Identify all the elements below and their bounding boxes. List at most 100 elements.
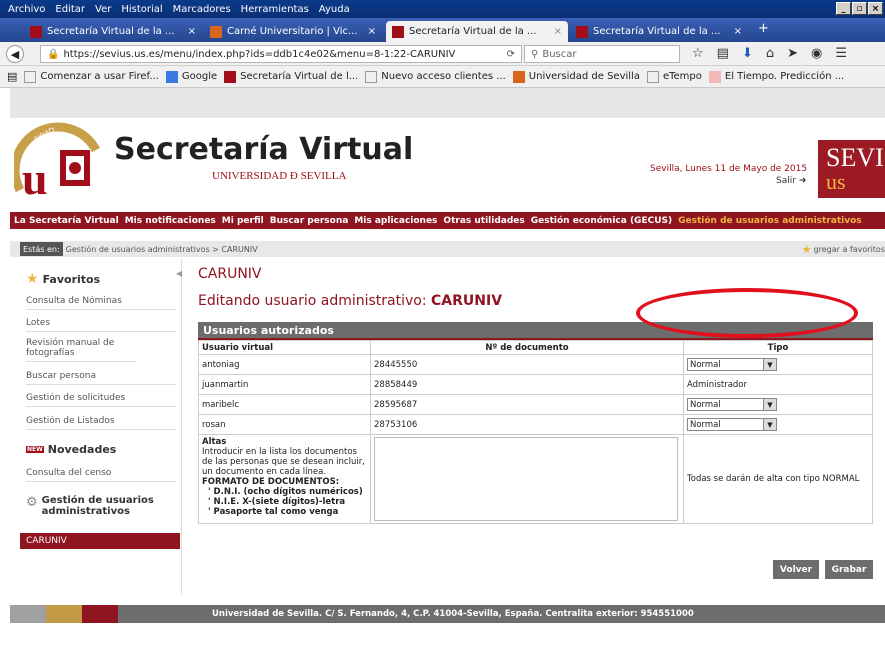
nav-gestion-economica[interactable]: Gestión económica (GECUS) [531,216,672,226]
tab-secretaria-active[interactable]: Secretaría Virtual de la ... × [386,21,568,42]
eltiempo-icon [708,70,721,83]
reading-list-icon[interactable]: ▤ [717,46,729,61]
url-bar[interactable]: 🔒 https://sevius.us.es/menu/index.php?id… [40,45,522,63]
new-tab-button[interactable]: + [758,21,769,36]
breadcrumb: Estás en: Gestión de usuarios administra… [10,241,885,257]
chat-icon[interactable]: ◉ [811,46,822,61]
sidebar-novedades-heading: NEW Novedades [26,443,116,456]
maximize-button[interactable]: ▫ [852,2,867,15]
nav-secretaria-virtual[interactable]: La Secretaría Virtual [14,216,119,226]
bookmark-google[interactable]: Google [165,70,218,83]
col-tipo: Tipo [683,340,873,355]
tipo-value: Normal [690,359,721,370]
bookmark-eltiempo[interactable]: El Tiempo. Predicción ... [708,70,845,83]
sidebar-item-lotes[interactable]: Lotes [26,318,176,332]
tipo-value: Normal [690,399,721,410]
sidebar-item-buscar-persona[interactable]: Buscar persona [26,371,176,385]
nav-mis-aplicaciones[interactable]: Mis aplicaciones [354,216,437,226]
back-arrow-icon[interactable]: ◀ [6,45,24,63]
sidebar-item-listados[interactable]: Gestión de Listados [26,416,176,430]
dropdown-arrow-icon[interactable]: ▼ [763,399,776,410]
close-tab-icon[interactable]: × [734,26,742,37]
menu-archivo[interactable]: Archivo [8,4,45,15]
nav-mi-perfil[interactable]: Mi perfil [222,216,264,226]
cell-tipo: Normal ▼ [683,394,873,415]
tab-label: Secretaría Virtual de la ... [593,26,721,37]
us-icon [512,70,525,83]
sidebar-item-solicitudes[interactable]: Gestión de solicitudes [26,393,176,407]
collapse-icon[interactable]: ◀ [176,269,182,278]
bookmark-label: El Tiempo. Predicción ... [724,71,845,82]
sevius-favicon-icon [30,25,42,38]
bookmark-label: Nuevo acceso clientes ... [381,71,506,82]
dropdown-arrow-icon[interactable]: ▼ [763,419,776,430]
page-icon [646,70,659,83]
bookmark-etempo[interactable]: eTempo [646,70,702,83]
search-input[interactable]: ⚲ Buscar [524,45,680,63]
menu-ayuda[interactable]: Ayuda [319,4,350,15]
col-documento: Nº de documento [370,340,684,355]
footer-text: Universidad de Sevilla. C/ S. Fernando, … [212,609,694,619]
badge-top: SEVI [826,143,884,172]
tab-secretaria-4[interactable]: Secretaría Virtual de la ... × [570,21,748,42]
menu-historial[interactable]: Historial [121,4,162,15]
sidebar-item-caruniv[interactable]: CARUNIV [20,533,180,549]
date-text: Sevilla, Lunes 11 de Mayo de 2015 [650,164,808,174]
send-icon[interactable]: ➤ [787,46,798,61]
altas-textarea[interactable] [374,437,678,521]
cell-user: maribelc [198,394,371,415]
altas-description: Introducir en la lista los documentos de… [202,447,365,477]
grabar-button[interactable]: Grabar [825,560,873,579]
tipo-select[interactable]: Normal ▼ [687,418,777,431]
sevius-badge[interactable]: SEVI us [818,140,885,198]
altas-row: Altas Introducir en la lista los documen… [198,434,873,524]
bookmark-firefox[interactable]: Comenzar a usar Firef... [24,70,159,83]
add-favorite-link[interactable]: ★ gregar a favoritos [802,241,885,257]
bookmark-nuevo-acceso[interactable]: Nuevo acceso clientes ... [365,70,506,83]
col-usuario: Usuario virtual [198,340,371,355]
top-strip [10,88,885,118]
close-window-button[interactable]: × [868,2,883,15]
tab-carne[interactable]: Carné Universitario | Vic... × [204,21,382,42]
menu-editar[interactable]: Editar [55,4,85,15]
minimize-button[interactable]: _ [836,2,851,15]
bookmark-secretaria[interactable]: Secretaría Virtual de l... [224,70,358,83]
bookmark-us[interactable]: Universidad de Sevilla [512,70,640,83]
nav-notificaciones[interactable]: Mis notificaciones [125,216,216,226]
breadcrumb-path[interactable]: Gestión de usuarios administrativos > CA… [66,245,258,254]
volver-button[interactable]: Volver [773,560,819,579]
bookmarks-menu-icon[interactable]: ▤ [7,70,17,83]
site-title[interactable]: Secretaría Virtual [114,132,413,167]
formato-title: FORMATO DE DOCUMENTOS: [202,477,340,487]
hamburger-menu-icon[interactable]: ☰ [835,46,847,61]
page-icon [365,70,378,83]
menu-herramientas[interactable]: Herramientas [241,4,309,15]
tipo-select[interactable]: Normal ▼ [687,398,777,411]
tipo-select[interactable]: Normal ▼ [687,358,777,371]
altas-title: Altas [202,437,227,447]
tab-secretaria-1[interactable]: Secretaría Virtual de la ... × [24,21,202,42]
nav-otras-utilidades[interactable]: Otras utilidades [443,216,524,226]
nav-buscar-persona[interactable]: Buscar persona [270,216,349,226]
sidebar-item-revision[interactable]: Revisión manual de fotografías [26,338,136,362]
bookmark-star-icon[interactable]: ☆ [692,46,704,61]
nav-gestion-usuarios[interactable]: Gestión de usuarios administrativos [678,216,862,226]
search-icon: ⚲ [531,48,539,60]
bookmark-label: Google [181,71,218,82]
menu-marcadores[interactable]: Marcadores [173,4,231,15]
sidebar-item-censo[interactable]: Consulta del censo [26,468,176,482]
download-icon[interactable]: ⬇ [742,46,753,61]
dropdown-arrow-icon[interactable]: ▼ [763,359,776,370]
close-tab-icon[interactable]: × [554,26,562,37]
menu-ver[interactable]: Ver [95,4,111,15]
cell-doc: 28445550 [370,354,684,375]
home-icon[interactable]: ⌂ [766,46,774,61]
bookmark-label: Comenzar a usar Firef... [40,71,159,82]
logout-link[interactable]: Salir ➜ [776,176,806,186]
sidebar-item-nominas[interactable]: Consulta de Nóminas [26,296,176,310]
reload-icon[interactable]: ⟳ [507,49,515,60]
page-subtitle: Editando usuario administrativo: CARUNIV [198,293,502,309]
close-tab-icon[interactable]: × [188,26,196,37]
close-tab-icon[interactable]: × [368,26,376,37]
sevius-icon [224,70,237,83]
